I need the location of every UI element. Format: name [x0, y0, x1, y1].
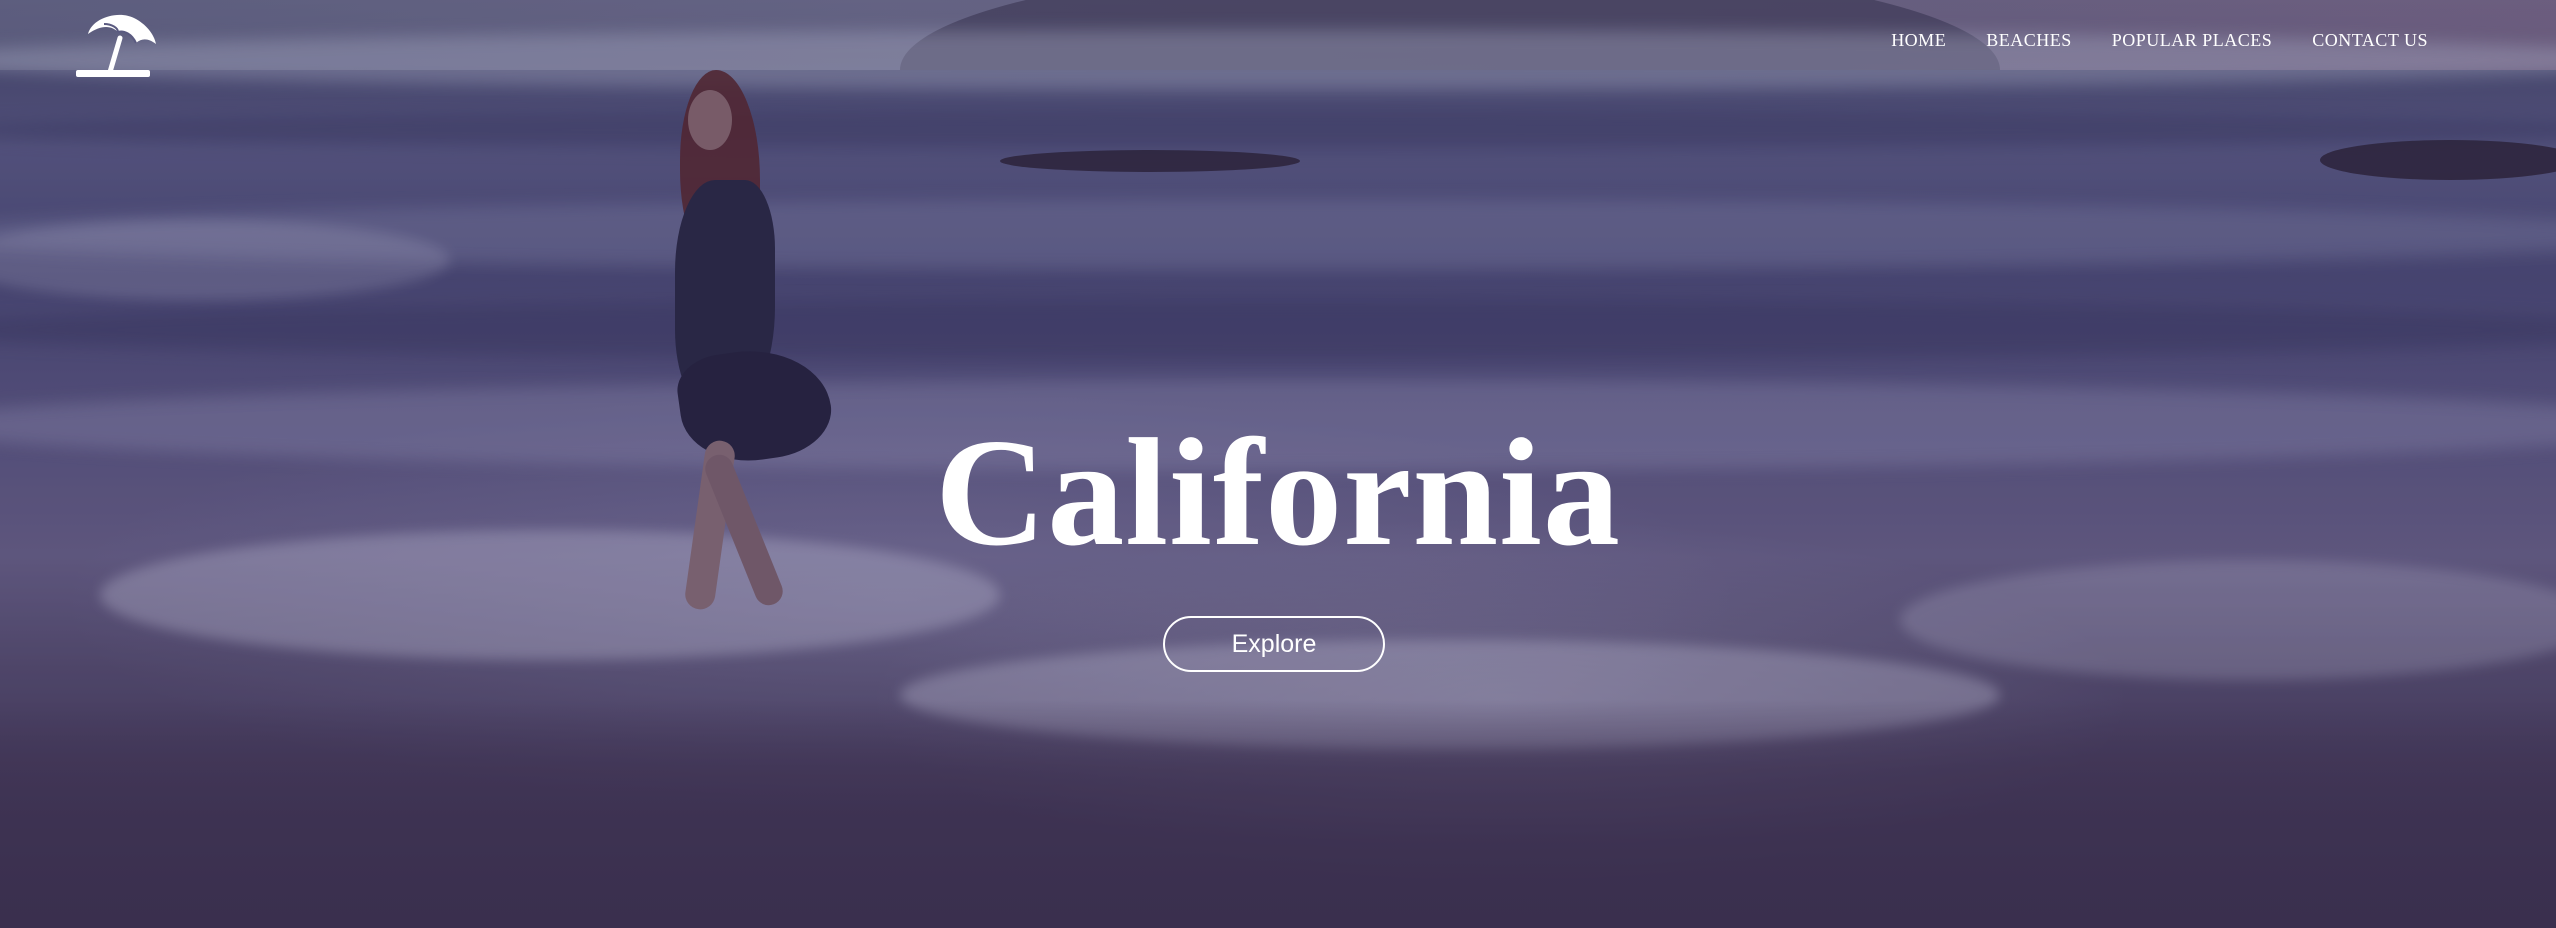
nav-home[interactable]: HOME — [1891, 30, 1946, 51]
nav-beaches[interactable]: BEACHES — [1986, 30, 2072, 51]
hero-title: California — [935, 408, 1621, 578]
hero-section: HOME BEACHES POPULAR PLACES CONTACT US C… — [0, 0, 2556, 928]
logo-link[interactable] — [74, 10, 158, 78]
nav-contact-us[interactable]: CONTACT US — [2312, 30, 2428, 51]
main-nav: HOME BEACHES POPULAR PLACES CONTACT US — [1891, 30, 2428, 51]
explore-button[interactable]: Explore — [1163, 616, 1385, 672]
beach-umbrella-icon — [76, 14, 156, 77]
nav-popular-places[interactable]: POPULAR PLACES — [2112, 30, 2273, 51]
